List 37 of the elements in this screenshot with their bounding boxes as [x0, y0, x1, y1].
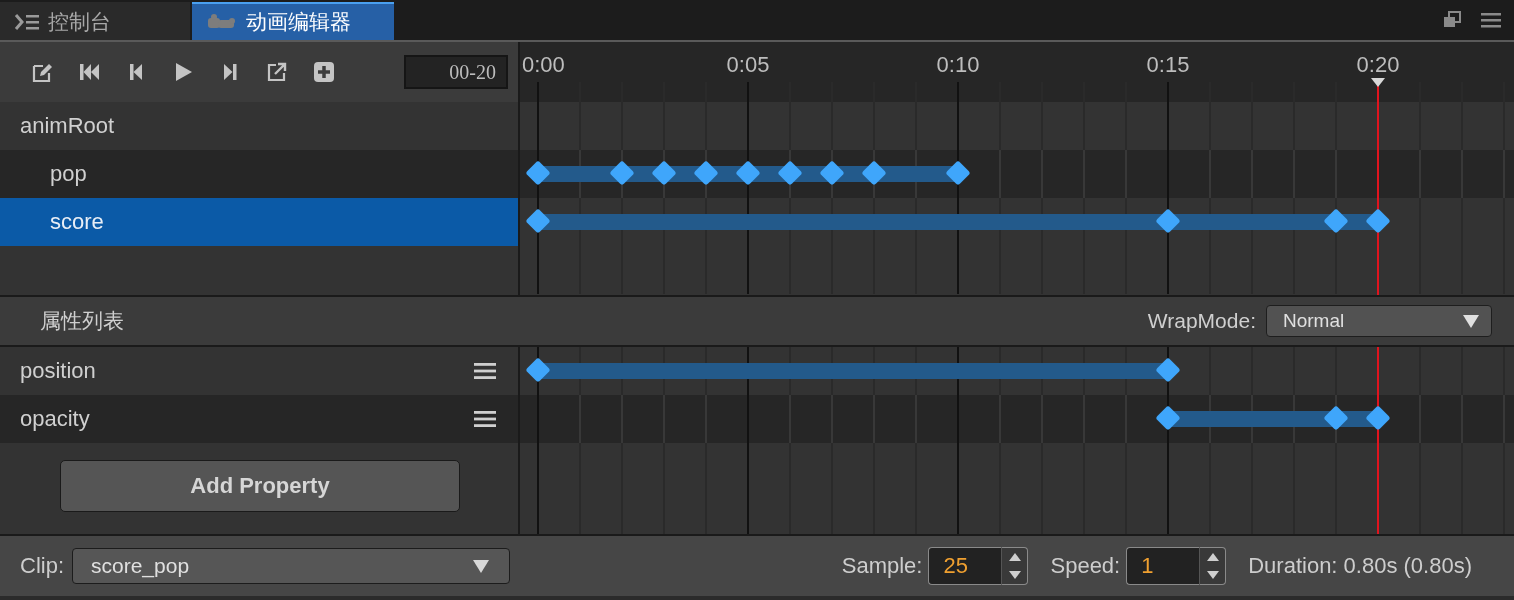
restore-window-icon[interactable]: [1442, 10, 1462, 30]
time-label: 0:00: [522, 52, 565, 78]
tab[interactable]: 控制台: [0, 2, 190, 40]
caret-down-icon: [1463, 314, 1479, 328]
time-label: 0:05: [726, 52, 770, 78]
stepper[interactable]: [1002, 547, 1029, 585]
speed-field[interactable]: 1: [1126, 547, 1201, 585]
node-row[interactable]: score: [0, 198, 518, 246]
clip-dropdown[interactable]: score_pop: [72, 548, 510, 584]
wrap-mode-label: WrapMode:: [1147, 309, 1256, 333]
time-label: 0:10: [936, 52, 980, 78]
caret-up-icon[interactable]: [1009, 553, 1021, 561]
sample-field[interactable]: 25: [928, 547, 1003, 585]
caret-up-icon[interactable]: [1206, 553, 1219, 561]
sample-label: Sample:: [841, 553, 923, 579]
menu-icon[interactable]: [474, 362, 496, 380]
add-icon[interactable]: [311, 60, 336, 84]
console-icon: [14, 12, 40, 32]
caret-down-icon: [473, 559, 489, 573]
menu-icon[interactable]: [1480, 10, 1502, 30]
caret-down-icon[interactable]: [1206, 571, 1219, 579]
caret-down-icon[interactable]: [1009, 571, 1021, 579]
wrap-mode-dropdown[interactable]: Normal: [1266, 305, 1492, 337]
property-row[interactable]: opacity: [0, 395, 518, 443]
duration-text: Duration: 0.80s (0.80s): [1248, 553, 1472, 579]
menu-icon[interactable]: [474, 410, 496, 428]
speed-label: Speed:: [1050, 553, 1121, 579]
time-label: 0:15: [1146, 52, 1190, 78]
playhead-marker-icon: [1371, 78, 1385, 87]
add-property-button[interactable]: Add Property: [60, 459, 460, 512]
node-row[interactable]: pop: [0, 150, 518, 198]
frame-field[interactable]: 00-20: [404, 55, 508, 89]
time-label: 0:20: [1356, 52, 1400, 78]
section-title: 属性列表: [40, 308, 124, 334]
stepper[interactable]: [1200, 547, 1227, 585]
tab[interactable]: 动画编辑器: [192, 2, 394, 40]
clip-label: Clip:: [20, 553, 64, 579]
